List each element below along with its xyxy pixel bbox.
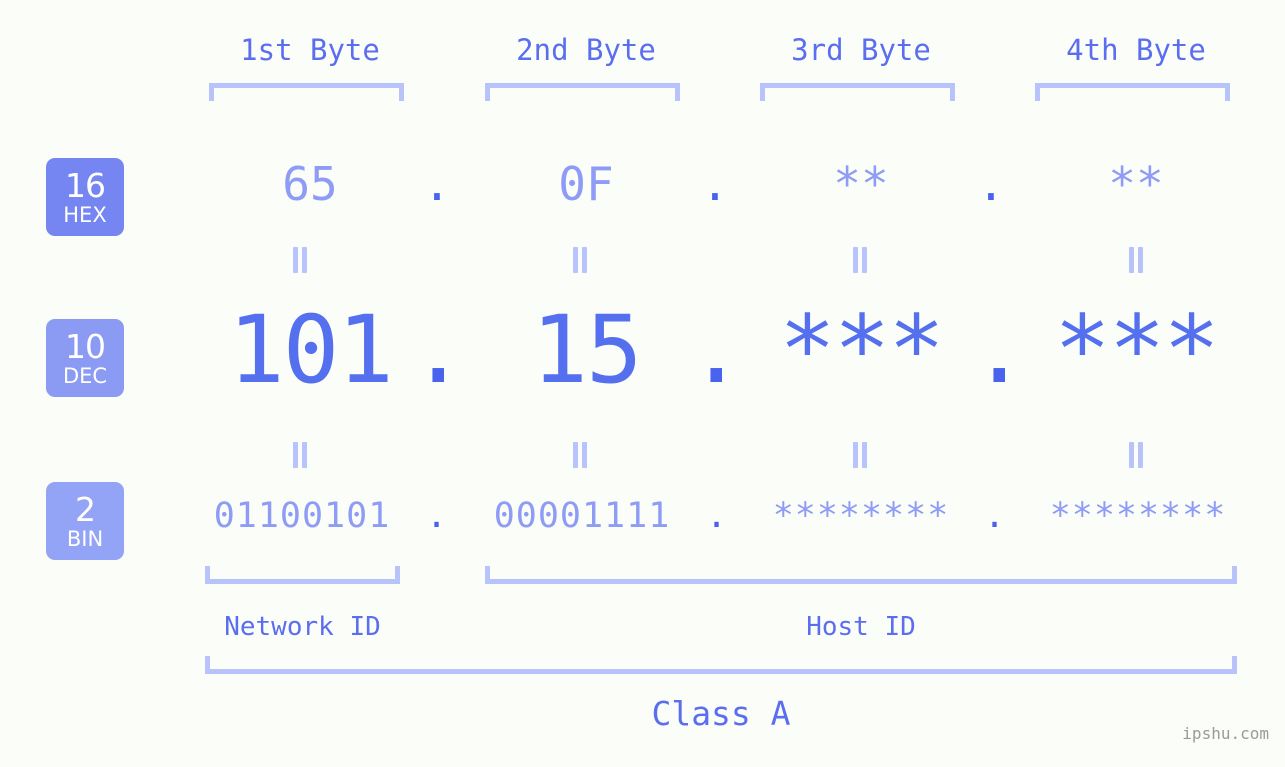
dec-byte-3: *** <box>779 296 945 405</box>
base-badge-dec-number: 10 <box>65 326 106 366</box>
base-badge-hex-abbr: HEX <box>63 202 107 227</box>
host-id-bracket <box>485 566 1237 584</box>
byte-header-2: 2nd Byte <box>516 33 656 67</box>
equality-connector-dec-bin-4 <box>1125 442 1147 468</box>
bin-separator-2: . <box>705 496 729 536</box>
hex-byte-4: ** <box>1108 157 1164 211</box>
class-label: Class A <box>651 694 791 733</box>
network-id-label: Network ID <box>224 612 381 642</box>
class-bracket <box>205 656 1237 674</box>
base-badge-dec: 10 DEC <box>46 319 124 397</box>
base-badge-bin-number: 2 <box>75 489 96 529</box>
hex-byte-3: ** <box>833 157 889 211</box>
equality-connector-hex-dec-2 <box>569 247 591 273</box>
base-badge-dec-abbr: DEC <box>62 363 108 388</box>
bin-byte-1: 01100101 <box>213 496 391 536</box>
dec-byte-4: *** <box>1054 296 1220 405</box>
bin-separator-1: . <box>425 496 449 536</box>
byte-header-4: 4th Byte <box>1066 33 1206 67</box>
ip-address-breakdown-diagram: 1st Byte 2nd Byte 3rd Byte 4th Byte 16 H… <box>0 0 1285 767</box>
hex-separator-1: . <box>423 157 451 211</box>
equality-connector-hex-dec-3 <box>849 247 871 273</box>
host-id-label: Host ID <box>806 612 916 642</box>
equality-connector-hex-dec-1 <box>289 247 311 273</box>
byte-header-1: 1st Byte <box>240 33 380 67</box>
equality-connector-hex-dec-4 <box>1125 247 1147 273</box>
hex-byte-2: 0F <box>558 157 614 211</box>
byte-bracket-top-2 <box>485 83 680 101</box>
equality-connector-dec-bin-3 <box>849 442 871 468</box>
watermark: ipshu.com <box>1182 724 1269 743</box>
bin-byte-2: 00001111 <box>493 496 671 536</box>
base-badge-bin-abbr: BIN <box>66 526 104 551</box>
byte-bracket-top-3 <box>760 83 955 101</box>
equality-connector-dec-bin-2 <box>569 442 591 468</box>
byte-header-3: 3rd Byte <box>791 33 931 67</box>
network-id-bracket <box>205 566 400 584</box>
base-badge-hex-number: 16 <box>65 165 106 205</box>
base-badge-bin: 2 BIN <box>46 482 124 560</box>
byte-bracket-top-1 <box>209 83 404 101</box>
hex-separator-3: . <box>977 157 1005 211</box>
hex-separator-2: . <box>701 157 729 211</box>
hex-byte-1: 65 <box>282 157 338 211</box>
base-badge-hex: 16 HEX <box>46 158 124 236</box>
bin-byte-3: ******** <box>772 496 950 536</box>
byte-bracket-top-4 <box>1035 83 1230 101</box>
bin-byte-4: ******** <box>1049 496 1227 536</box>
equality-connector-dec-bin-1 <box>289 442 311 468</box>
